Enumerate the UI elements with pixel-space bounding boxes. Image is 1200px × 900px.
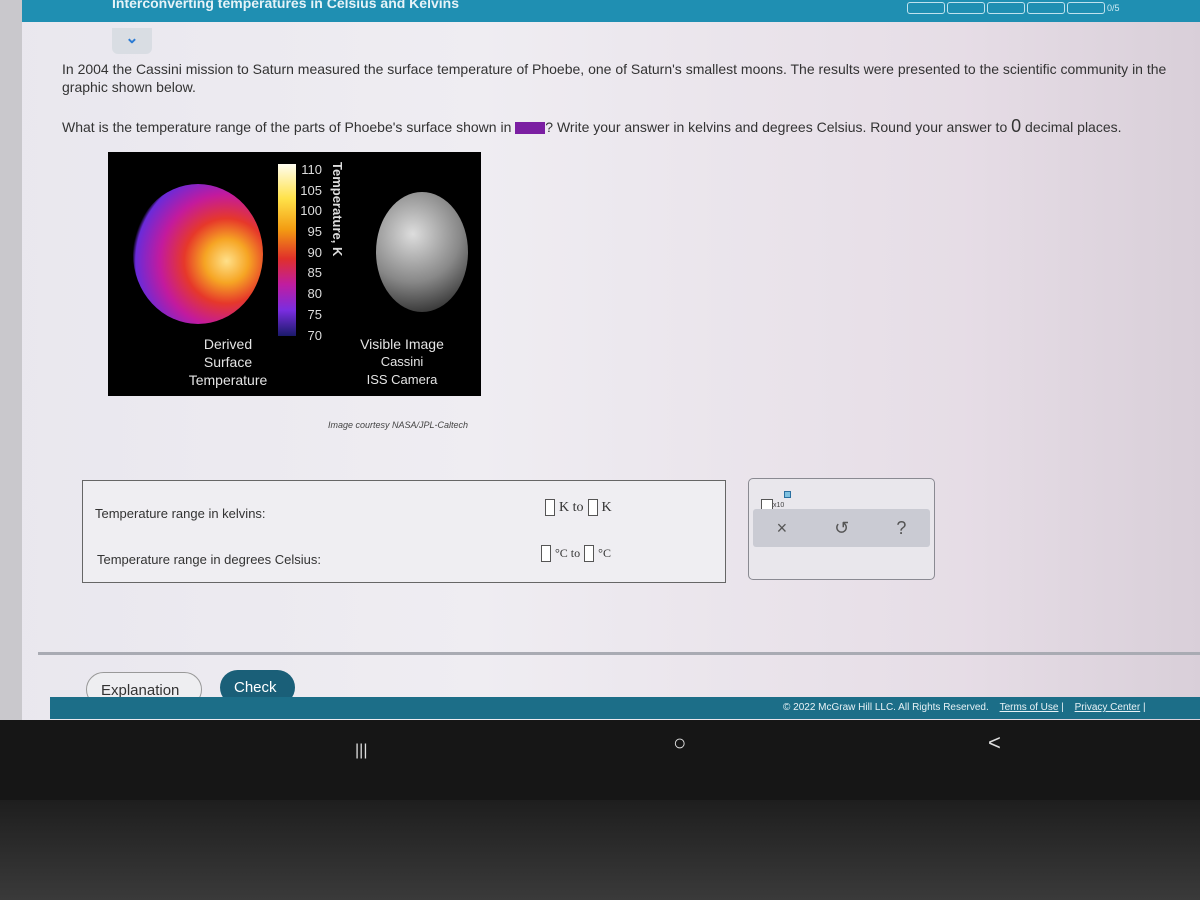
math-toolbar: x10 × ↺ ? [748,478,935,580]
derived-label: Derived Surface Temperature [188,336,268,388]
terms-link[interactable]: Terms of Use [1000,702,1059,713]
clear-icon[interactable]: × [777,518,788,539]
divider [38,652,1200,655]
celsius-low-input[interactable] [541,545,551,563]
undo-icon[interactable]: ↺ [834,518,849,539]
help-icon[interactable]: ? [896,518,906,539]
android-nav-bar: ||| ○ < [0,720,1200,800]
prompt-text-2: ? Write your answer in kelvins and degre… [545,119,1008,135]
tick: 75 [307,306,322,322]
copyright: © 2022 McGraw Hill LLC. All Rights Reser… [783,702,989,713]
kelvin-low-input[interactable] [545,499,555,517]
celsius-inputs: °C to °C [541,545,615,563]
phoebe-figure: 110 105 100 95 90 85 80 75 70 Temperatur… [108,152,481,396]
colorbar [278,164,296,336]
decimal-places: 0 [1011,116,1022,136]
question-intro: In 2004 the Cassini mission to Saturn me… [62,61,1167,95]
browser-screen: Interconverting temperatures in Celsius … [0,0,1200,720]
tick: 90 [307,244,322,260]
assignment-title: Interconverting temperatures in Celsius … [112,0,459,11]
temperature-map-image [133,184,263,324]
image-credit: Image courtesy NASA/JPL-Caltech [328,420,469,430]
screen-edge [0,0,22,720]
chevron-down-icon: ⌄ [125,30,139,47]
tick: 105 [300,182,322,198]
progress-count: 0/5 [1107,3,1120,13]
visible-moon-image [376,192,468,312]
home-icon[interactable]: ○ [673,730,686,756]
monitor-bezel [0,800,1200,900]
answer-panel: Temperature range in kelvins: K to K Temp… [82,480,726,583]
tool-actions: × ↺ ? [753,509,930,547]
colorbar-ticks: 110 105 100 95 90 85 80 75 70 [296,162,322,348]
footer: © 2022 McGraw Hill LLC. All Rights Reser… [50,697,1200,719]
tick: 80 [307,286,322,302]
colorbar-axis-label: Temperature, K [330,162,345,257]
tick: 110 [301,162,322,177]
purple-color-swatch [515,122,546,135]
question-prompt: What is the temperature range of the par… [62,116,1192,137]
celsius-high-input[interactable] [584,545,595,563]
kelvin-inputs: K to K [545,499,616,517]
kelvin-high-input[interactable] [587,499,598,517]
tick: 85 [307,265,322,281]
visible-label: Visible Image Cassini ISS Camera [360,336,444,387]
tick: 100 [300,203,322,219]
tick: 70 [307,327,322,343]
header-bar: Interconverting temperatures in Celsius … [22,0,1200,22]
privacy-link[interactable]: Privacy Center [1075,702,1141,713]
prompt-text: What is the temperature range of the par… [62,119,512,135]
kelvin-label: Temperature range in kelvins: [95,506,266,521]
celsius-label: Temperature range in degrees Celsius: [97,552,322,567]
collapse-button[interactable]: ⌄ [112,28,152,54]
tick: 95 [307,224,322,240]
recents-icon[interactable]: ||| [355,742,367,760]
progress-bar [907,2,1105,14]
back-icon[interactable]: < [988,730,1001,756]
prompt-end: decimal places. [1025,119,1122,135]
